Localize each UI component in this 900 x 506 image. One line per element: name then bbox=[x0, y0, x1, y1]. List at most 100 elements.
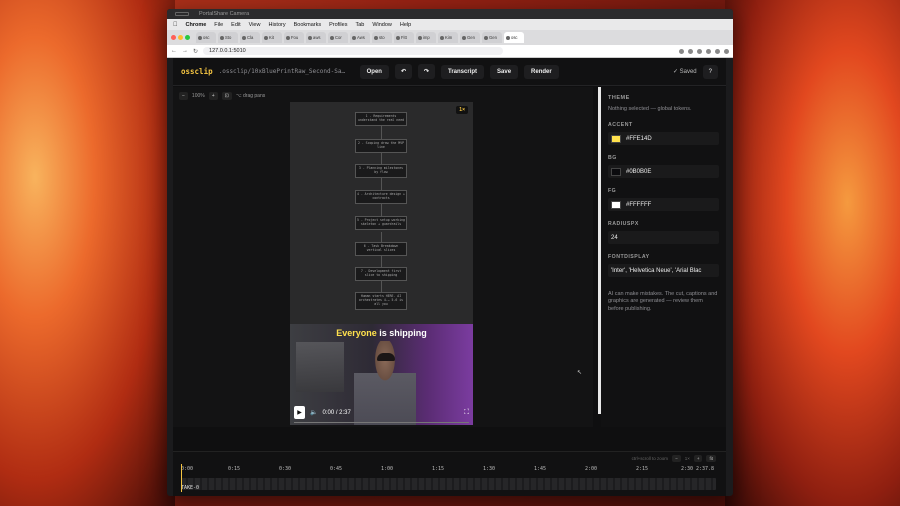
browser-tab[interactable]: aws bbox=[306, 32, 326, 43]
reload-icon[interactable]: ↻ bbox=[193, 48, 198, 55]
tick-label: 0:45 bbox=[330, 466, 343, 472]
fit-button[interactable]: ⊡ bbox=[221, 92, 232, 100]
fg-value: #FFFFFF bbox=[626, 201, 652, 208]
favicon-icon bbox=[462, 35, 466, 40]
menu-profiles[interactable]: Profiles bbox=[329, 22, 347, 28]
close-icon[interactable] bbox=[171, 35, 176, 40]
menu-tab[interactable]: Tab bbox=[355, 22, 364, 28]
video-scrubber[interactable] bbox=[294, 422, 469, 423]
redo-button[interactable]: ↷ bbox=[417, 64, 436, 79]
browser-tab[interactable]: sto bbox=[372, 32, 392, 43]
flow-step: 3 - Planning milestones by flow bbox=[355, 164, 407, 178]
radius-input[interactable]: 24 bbox=[608, 231, 719, 244]
browser-tab[interactable]: Fitt bbox=[394, 32, 414, 43]
maximize-icon[interactable] bbox=[185, 35, 190, 40]
volume-icon[interactable]: 🔈 bbox=[310, 409, 317, 416]
player-controls: ▶ 🔈 0:00 / 2:37 ⛶ bbox=[294, 406, 469, 419]
favicon-icon bbox=[242, 35, 246, 40]
font-input[interactable]: 'Inter', 'Helvetica Neue', 'Arial Blac bbox=[608, 264, 719, 277]
back-icon[interactable]: ← bbox=[171, 48, 177, 54]
open-button[interactable]: Open bbox=[359, 64, 389, 79]
help-button[interactable]: ? bbox=[702, 64, 718, 79]
render-button[interactable]: Render bbox=[524, 64, 559, 79]
flow-step: 1 - Requirements understand the real nee… bbox=[355, 112, 407, 126]
browser-tab[interactable]: osc bbox=[196, 32, 216, 43]
browser-tab[interactable]: Kim bbox=[438, 32, 458, 43]
video-stage[interactable]: 1× 1 - Requirements understand the real … bbox=[290, 102, 473, 425]
extension-icon[interactable] bbox=[706, 48, 711, 54]
bg-swatch[interactable] bbox=[611, 167, 621, 176]
timeline[interactable]: ctrl+scroll to zoom − 1× + fit 0:00 0:15… bbox=[173, 451, 726, 496]
speed-badge[interactable]: 1× bbox=[456, 106, 468, 114]
menu-file[interactable]: File bbox=[214, 22, 223, 28]
play-icon[interactable]: ▶ bbox=[294, 406, 305, 419]
timeline-zoom-level: 1× bbox=[684, 455, 690, 461]
screen-share-window: PortalShare Camera  Chrome File Edit Vi… bbox=[167, 9, 733, 496]
favicon-icon bbox=[286, 35, 290, 40]
menu-window[interactable]: Window bbox=[372, 22, 392, 28]
zoom-out-button[interactable]: − bbox=[179, 92, 188, 100]
extension-icon[interactable] bbox=[724, 48, 729, 54]
timeline-fit-button[interactable]: fit bbox=[706, 454, 716, 462]
ai-disclaimer: AI can make mistakes. The cut, captions … bbox=[608, 291, 718, 312]
browser-tab[interactable]: Kit bbox=[262, 32, 282, 43]
panel-note: Nothing selected — global tokens. bbox=[608, 106, 692, 112]
undo-button[interactable]: ↶ bbox=[394, 64, 412, 79]
radius-field: RADIUSPX 24 bbox=[608, 221, 719, 244]
browser-tab[interactable]: Gen bbox=[460, 32, 480, 43]
browser-tab[interactable]: Cla bbox=[240, 32, 260, 43]
accent-swatch[interactable] bbox=[611, 134, 621, 143]
fg-input[interactable]: #FFFFFF bbox=[608, 198, 719, 211]
browser-tab[interactable]: Fou bbox=[284, 32, 304, 43]
timeline-track[interactable] bbox=[181, 478, 716, 490]
fg-swatch[interactable] bbox=[611, 200, 621, 209]
menu-history[interactable]: History bbox=[268, 22, 285, 28]
browser-tab-active[interactable]: osc bbox=[504, 32, 524, 43]
tick-label: 1:30 bbox=[483, 466, 496, 472]
apple-icon[interactable]:  bbox=[173, 22, 178, 28]
saved-status: ✓ Saved bbox=[672, 69, 697, 75]
accent-field: ACCENT #FFE14D bbox=[608, 122, 719, 145]
extension-icon[interactable] bbox=[688, 48, 693, 54]
transcript-button[interactable]: Transcript bbox=[441, 64, 485, 79]
menu-chrome[interactable]: Chrome bbox=[186, 22, 207, 28]
bg-input[interactable]: #0B0B0E bbox=[608, 165, 719, 178]
mac-menubar:  Chrome File Edit View History Bookmark… bbox=[167, 19, 733, 30]
caption-highlight: Everyone bbox=[336, 328, 377, 338]
window-controls-icon[interactable] bbox=[175, 12, 189, 16]
extensions-bar bbox=[679, 48, 729, 54]
menu-bookmarks[interactable]: Bookmarks bbox=[294, 22, 322, 28]
menu-edit[interactable]: Edit bbox=[231, 22, 240, 28]
browser-tab[interactable]: imp bbox=[416, 32, 436, 43]
favicon-icon bbox=[220, 35, 224, 40]
accent-input[interactable]: #FFE14D bbox=[608, 132, 719, 145]
extension-icon[interactable] bbox=[697, 48, 702, 54]
video-player[interactable]: Everyone is shipping ▶ 🔈 0:00 / 2:37 ⛶ bbox=[290, 324, 473, 425]
flow-arrow bbox=[381, 203, 382, 216]
url-field[interactable]: 127.0.0.1:5010 bbox=[203, 47, 504, 55]
fullscreen-icon[interactable]: ⛶ bbox=[464, 409, 469, 417]
browser-tab[interactable]: Gen bbox=[482, 32, 502, 43]
extension-icon[interactable] bbox=[679, 48, 684, 54]
browser-tab[interactable]: Aws bbox=[350, 32, 370, 43]
favicon-icon bbox=[506, 35, 510, 40]
timeline-zoom-out[interactable]: − bbox=[672, 454, 681, 462]
zoom-in-button[interactable]: + bbox=[208, 92, 218, 100]
preview-canvas[interactable]: − 100% + ⊡ ⌥ drag pans 1× 1 - Requiremen… bbox=[173, 87, 593, 427]
timeline-ruler[interactable]: 0:00 0:15 0:30 0:45 1:00 1:15 1:30 1:45 … bbox=[181, 466, 716, 476]
save-button[interactable]: Save bbox=[490, 64, 519, 79]
fg-label: FG bbox=[608, 188, 617, 194]
browser-tab[interactable]: Cor bbox=[328, 32, 348, 43]
project-path: .ossclip/10xBluePrintRaw_Second-Sa… bbox=[218, 68, 346, 75]
extension-icon[interactable] bbox=[715, 48, 720, 54]
minimize-icon[interactable] bbox=[178, 35, 183, 40]
forward-icon[interactable]: → bbox=[182, 48, 188, 54]
accent-value: #FFE14D bbox=[626, 135, 652, 142]
timeline-zoom-in[interactable]: + bbox=[693, 454, 703, 462]
playhead[interactable] bbox=[181, 464, 182, 492]
tick-label: 2:37.8 bbox=[696, 466, 715, 472]
favicon-icon bbox=[352, 35, 356, 40]
menu-help[interactable]: Help bbox=[400, 22, 411, 28]
browser-tab[interactable]: Sto bbox=[218, 32, 238, 43]
menu-view[interactable]: View bbox=[249, 22, 261, 28]
